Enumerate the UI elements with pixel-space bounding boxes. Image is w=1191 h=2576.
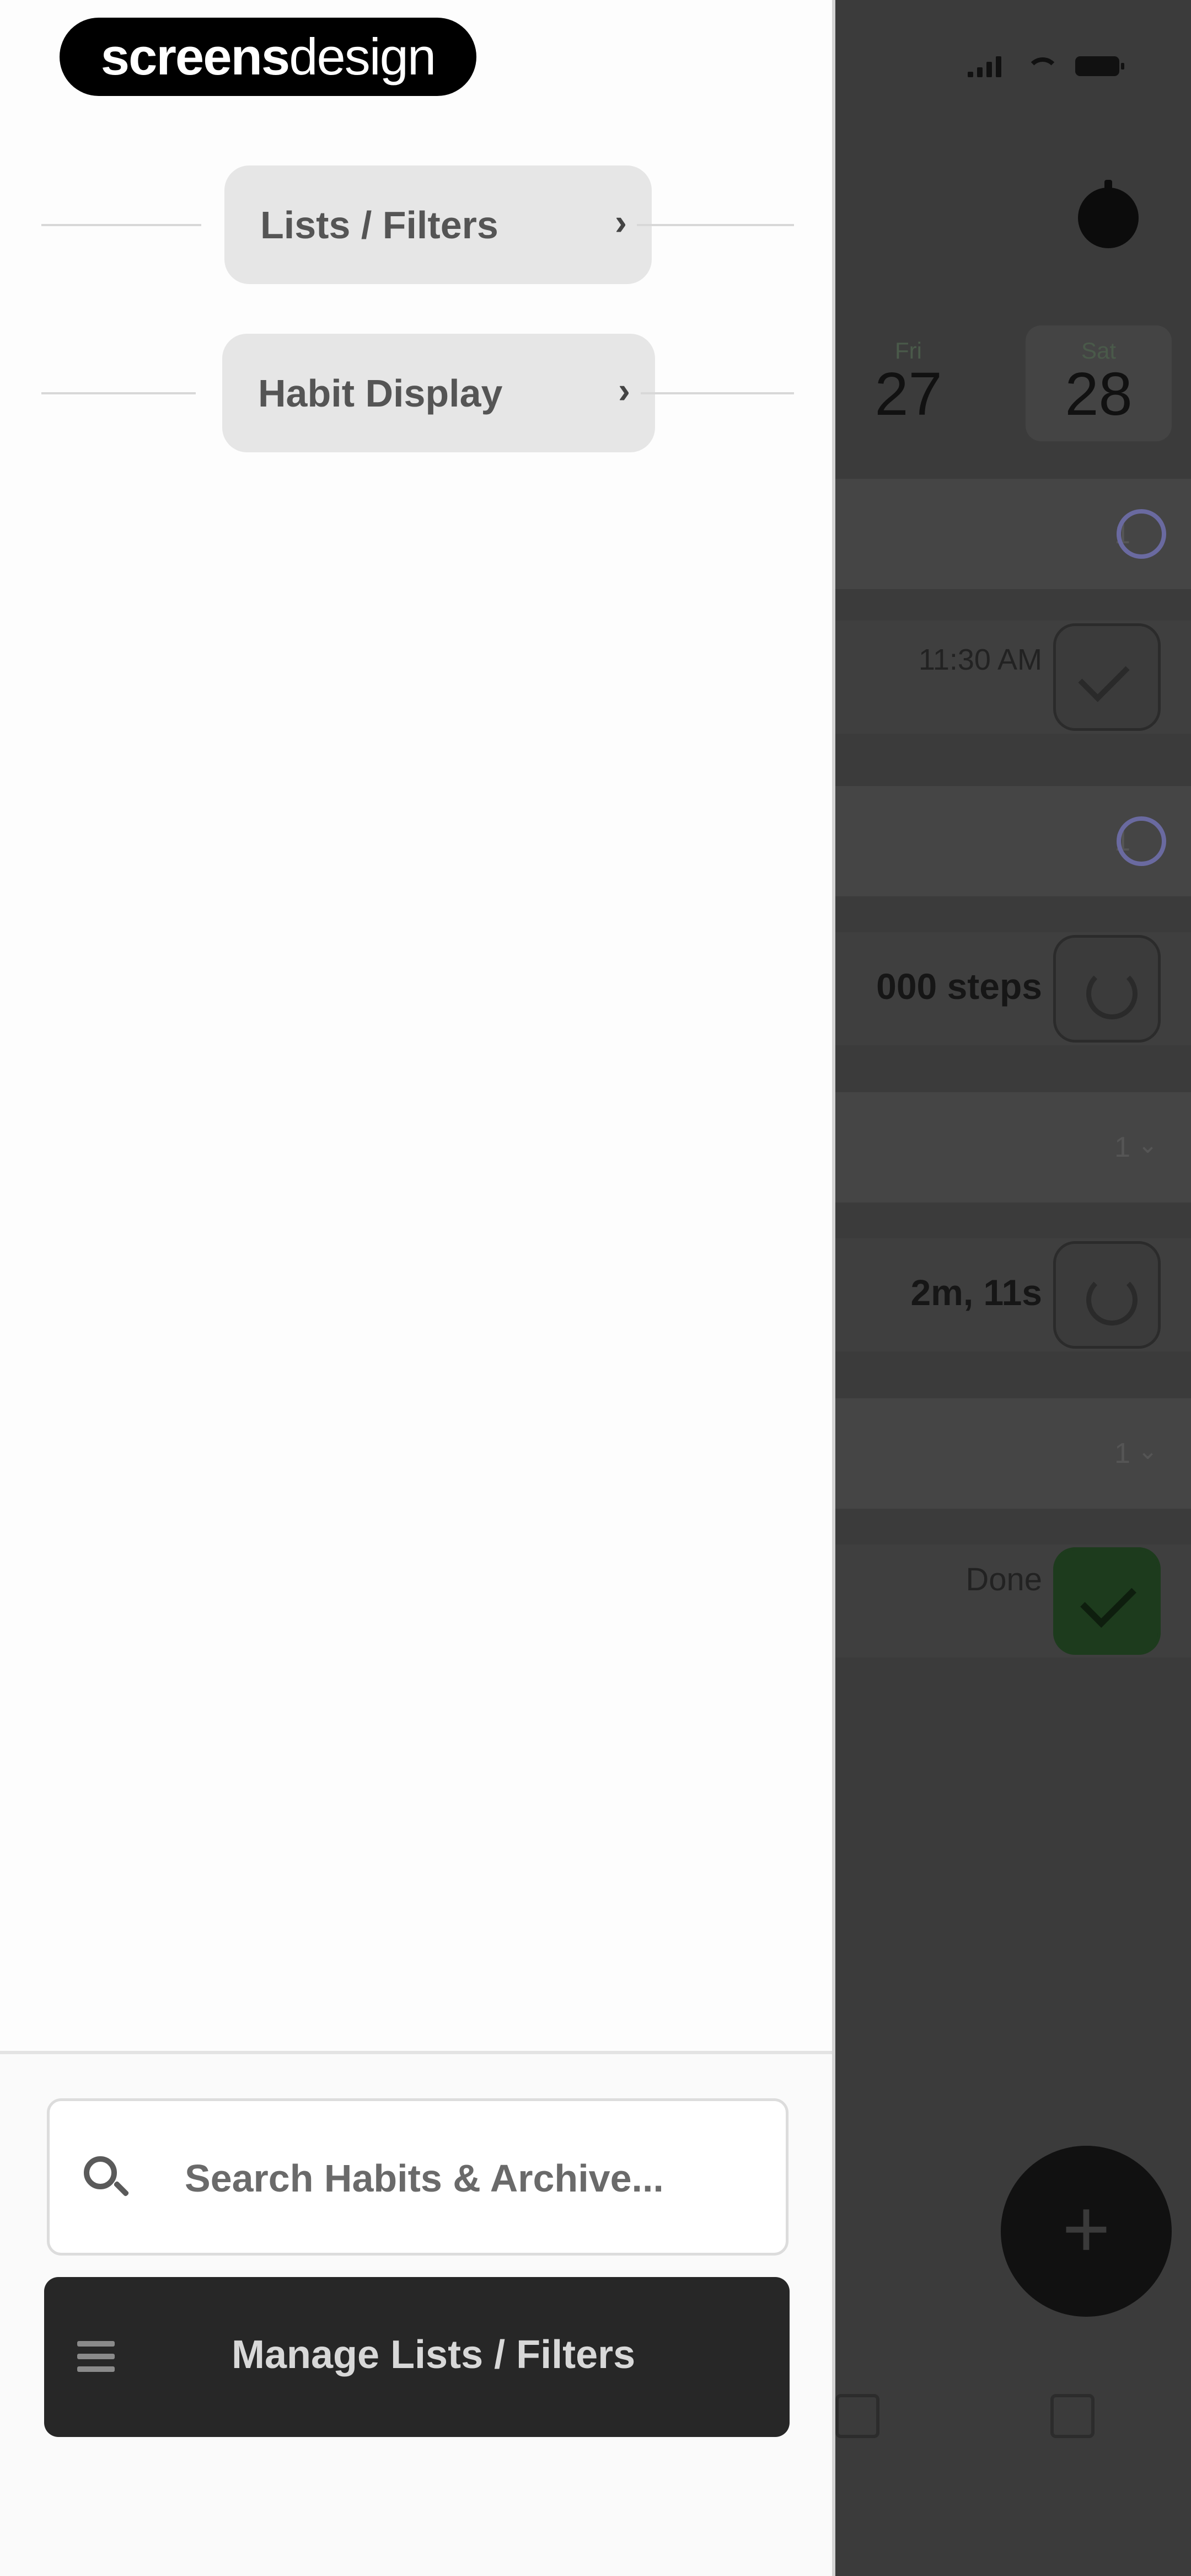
habit-status: 2m, 11s [910, 1272, 1042, 1313]
chevron-right-icon: › [618, 370, 630, 410]
progress-ring-icon [1117, 509, 1166, 559]
manage-button-label: Manage Lists / Filters [232, 2333, 636, 2377]
habit-row[interactable]: 000 steps [835, 932, 1191, 1045]
battery-icon [1075, 56, 1124, 76]
repeat-icon[interactable] [1053, 1241, 1161, 1349]
menu-item-label: Habit Display [258, 371, 503, 415]
section-header[interactable]: 1 [835, 786, 1191, 896]
day-number: 28 [1065, 360, 1133, 428]
drawer-bottom-panel: Manage Lists / Filters [0, 2051, 832, 2576]
day-fri[interactable]: Fri 27 [835, 325, 981, 441]
check-icon[interactable] [1053, 623, 1161, 731]
repeat-icon[interactable] [1053, 935, 1161, 1043]
habit-row[interactable]: Done [835, 1544, 1191, 1658]
progress-ring-icon [1117, 816, 1166, 866]
habit-row[interactable]: 2m, 11s [835, 1238, 1191, 1351]
wifi-icon [1023, 55, 1059, 77]
search-icon [84, 2156, 117, 2189]
menu-item-label: Lists / Filters [260, 203, 498, 247]
add-habit-button[interactable]: + [1001, 2146, 1172, 2317]
signal-icon [968, 55, 1001, 77]
logo-bold-part: screens [100, 28, 290, 85]
chevron-down-icon: ⌄ [1138, 1437, 1158, 1465]
manage-lists-filters-button[interactable]: Manage Lists / Filters [44, 2277, 790, 2437]
search-box[interactable] [47, 2098, 788, 2256]
section-count: 1 [1114, 1437, 1130, 1469]
status-bar [968, 55, 1124, 77]
side-drawer: screensdesign Lists / Filters › Habit Di… [0, 0, 835, 2576]
section-header[interactable]: 1 [835, 479, 1191, 589]
logo: screensdesign [60, 18, 476, 96]
habit-display-button[interactable]: Habit Display › [222, 334, 655, 452]
logo-light-part: design [289, 28, 436, 85]
timer-icon[interactable] [1078, 180, 1139, 248]
divider [637, 224, 794, 226]
tab-icon[interactable] [835, 2394, 879, 2438]
tab-icon[interactable] [1050, 2394, 1095, 2438]
divider [41, 224, 201, 226]
menu-row-habit-display: Habit Display › [41, 334, 794, 452]
habit-status: 000 steps [876, 966, 1042, 1007]
divider [641, 392, 794, 394]
day-sat[interactable]: Sat 28 [1026, 325, 1172, 441]
chevron-down-icon: ⌄ [1138, 1131, 1158, 1158]
divider [41, 392, 196, 394]
search-input[interactable] [185, 2151, 769, 2206]
habit-status: 11:30 AM [918, 643, 1042, 676]
habit-status: Done [965, 1562, 1042, 1597]
menu-row-lists-filters: Lists / Filters › [41, 165, 794, 284]
section-count: 1 [1114, 1131, 1130, 1163]
day-number: 27 [875, 360, 942, 428]
lists-filters-button[interactable]: Lists / Filters › [224, 165, 652, 284]
plus-icon: + [1062, 2182, 1110, 2275]
section-header[interactable]: 1 ⌄ [835, 1398, 1191, 1509]
section-header[interactable]: 1 ⌄ [835, 1092, 1191, 1203]
habit-row[interactable]: 11:30 AM [835, 621, 1191, 734]
check-icon[interactable] [1053, 1547, 1161, 1655]
chevron-right-icon: › [615, 201, 627, 242]
background-habit-screen: Fri 27 Sat 28 1 11:30 AM 1 000 steps 1 ⌄… [835, 0, 1191, 2576]
list-icon [77, 2338, 115, 2375]
